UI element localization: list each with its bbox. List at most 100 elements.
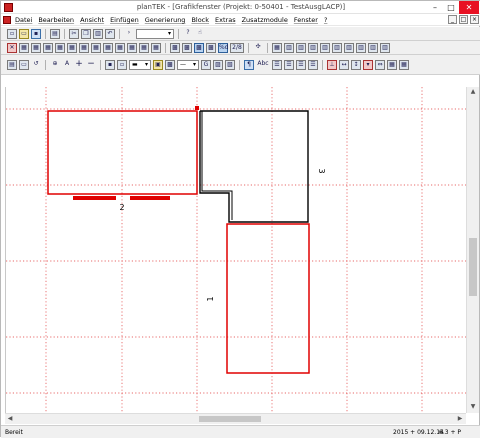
tool-icon[interactable]: ▥: [296, 42, 306, 53]
tool-icon[interactable]: ▥: [284, 42, 294, 53]
align-icon[interactable]: ☰: [296, 59, 306, 70]
grid-icon[interactable]: ▩: [206, 42, 216, 53]
module-icon[interactable]: ▦: [55, 42, 65, 53]
align-icon[interactable]: ☰: [284, 59, 294, 70]
open-folder-icon[interactable]: ▭: [19, 28, 29, 39]
module-icon[interactable]: ▦: [91, 42, 101, 53]
layer-icon[interactable]: ▭: [19, 59, 29, 70]
grid-icon[interactable]: ▦: [272, 42, 282, 53]
new-file-icon[interactable]: ▫: [7, 28, 17, 39]
table-icon[interactable]: ▦: [399, 59, 409, 70]
tool-icon[interactable]: ▥: [368, 42, 378, 53]
room-2-outline[interactable]: [47, 110, 198, 195]
tool-icon[interactable]: ▥: [320, 42, 330, 53]
scroll-down-icon[interactable]: ▼: [469, 403, 477, 411]
fill-icon[interactable]: ▫: [117, 59, 127, 70]
maximize-button[interactable]: □: [443, 1, 459, 14]
room-1-outline[interactable]: [226, 223, 310, 374]
percent-button[interactable]: %d: [218, 42, 229, 53]
line-width-combo[interactable]: ▬ ▾: [129, 59, 151, 70]
module-icon[interactable]: ▦: [43, 42, 53, 53]
drawing-canvas[interactable]: 2 3 1: [5, 87, 466, 413]
menu-fenster[interactable]: Fenster: [294, 16, 318, 24]
horizontal-scroll-thumb[interactable]: [199, 416, 261, 422]
hand-icon[interactable]: ☝: [195, 29, 205, 39]
room-3[interactable]: [199, 110, 309, 223]
module-icon[interactable]: ▦: [67, 42, 77, 53]
align-icon[interactable]: ☰: [272, 59, 282, 70]
grid-icon[interactable]: ▩: [182, 42, 192, 53]
scroll-right-icon[interactable]: ▶: [456, 415, 464, 423]
room-3-outline[interactable]: [199, 110, 309, 223]
undo-icon[interactable]: ↶: [105, 28, 115, 39]
hatch-icon[interactable]: ▧: [225, 59, 235, 70]
doc-restore-button[interactable]: □: [459, 15, 468, 24]
help-icon[interactable]: ?: [183, 29, 193, 39]
line-style-combo[interactable]: — ▾: [177, 59, 199, 70]
room-1[interactable]: [226, 223, 310, 374]
vertical-scrollbar[interactable]: ▲ ▼: [466, 87, 479, 413]
zoom-icon[interactable]: ⊕: [50, 60, 60, 70]
doc-close-button[interactable]: ×: [470, 15, 479, 24]
menu-help[interactable]: ?: [324, 16, 327, 24]
save-icon[interactable]: ▪: [31, 28, 41, 39]
text-style-icon[interactable]: ¶: [244, 59, 254, 70]
dimension-icon[interactable]: ↔: [339, 59, 349, 70]
rotate-icon[interactable]: ↺: [31, 60, 41, 70]
menu-extras[interactable]: Extras: [215, 16, 236, 24]
room-2-door-mark[interactable]: [73, 196, 116, 200]
dimension-icon[interactable]: ↕: [351, 59, 361, 70]
document-icon[interactable]: [3, 16, 11, 24]
close-button[interactable]: ✕: [459, 1, 479, 14]
color-icon[interactable]: ▣: [153, 59, 163, 70]
vertical-scroll-thumb[interactable]: [469, 238, 477, 296]
menu-block[interactable]: Block: [191, 16, 209, 24]
scroll-left-icon[interactable]: ◀: [6, 415, 14, 423]
pin-icon[interactable]: ⊥: [327, 59, 337, 70]
scroll-up-icon[interactable]: ▲: [469, 88, 477, 96]
layer-combo[interactable]: ▾: [136, 28, 174, 39]
module-icon[interactable]: ▦: [31, 42, 41, 53]
module-icon[interactable]: ▦: [115, 42, 125, 53]
minimize-button[interactable]: –: [427, 1, 443, 14]
table-icon[interactable]: ▦: [387, 59, 397, 70]
print-icon[interactable]: ▤: [50, 28, 60, 39]
menu-bearbeiten[interactable]: Bearbeiten: [38, 16, 74, 24]
fill-icon[interactable]: ▩: [165, 59, 175, 70]
font-icon[interactable]: G: [201, 59, 211, 70]
menu-generierung[interactable]: Generierung: [145, 16, 186, 24]
abc-button[interactable]: Abc: [256, 60, 270, 70]
plus-icon[interactable]: +: [74, 59, 84, 70]
fill-icon[interactable]: ▪: [105, 59, 115, 70]
dimension-icon[interactable]: ⇔: [375, 59, 385, 70]
delete-icon[interactable]: ✕: [7, 42, 17, 53]
module-icon[interactable]: ▦: [139, 42, 149, 53]
hatch-icon[interactable]: ▨: [213, 59, 223, 70]
module-icon[interactable]: ▦: [151, 42, 161, 53]
selection-handle[interactable]: [195, 106, 199, 110]
grid-icon[interactable]: ▩: [170, 42, 180, 53]
module-icon[interactable]: ▦: [103, 42, 113, 53]
arrow-right-icon[interactable]: ›: [124, 29, 134, 39]
doc-minimize-button[interactable]: _: [448, 15, 457, 24]
module-icon[interactable]: ▦: [127, 42, 137, 53]
tool-icon[interactable]: ✣: [253, 43, 263, 53]
marker-icon[interactable]: ▾: [363, 59, 373, 70]
align-icon[interactable]: ☰: [308, 59, 318, 70]
text-a-button[interactable]: A: [62, 60, 72, 70]
menu-datei[interactable]: Datei: [15, 16, 32, 24]
menu-ansicht[interactable]: Ansicht: [80, 16, 104, 24]
tool-icon[interactable]: ▥: [380, 42, 390, 53]
tool-icon[interactable]: ▥: [356, 42, 366, 53]
room-2-door-mark[interactable]: [130, 196, 170, 200]
tool-icon[interactable]: ▥: [332, 42, 342, 53]
module-icon[interactable]: ▦: [79, 42, 89, 53]
tool-icon[interactable]: ▥: [308, 42, 318, 53]
grid-icon[interactable]: ▩: [194, 42, 204, 53]
copy-icon[interactable]: ❐: [81, 28, 91, 39]
print-icon[interactable]: ▤: [7, 59, 17, 70]
menu-zusatzmodule[interactable]: Zusatzmodule: [242, 16, 288, 24]
module-icon[interactable]: ▦: [19, 42, 29, 53]
cut-icon[interactable]: ✂: [69, 28, 79, 39]
room-2[interactable]: [47, 106, 199, 200]
